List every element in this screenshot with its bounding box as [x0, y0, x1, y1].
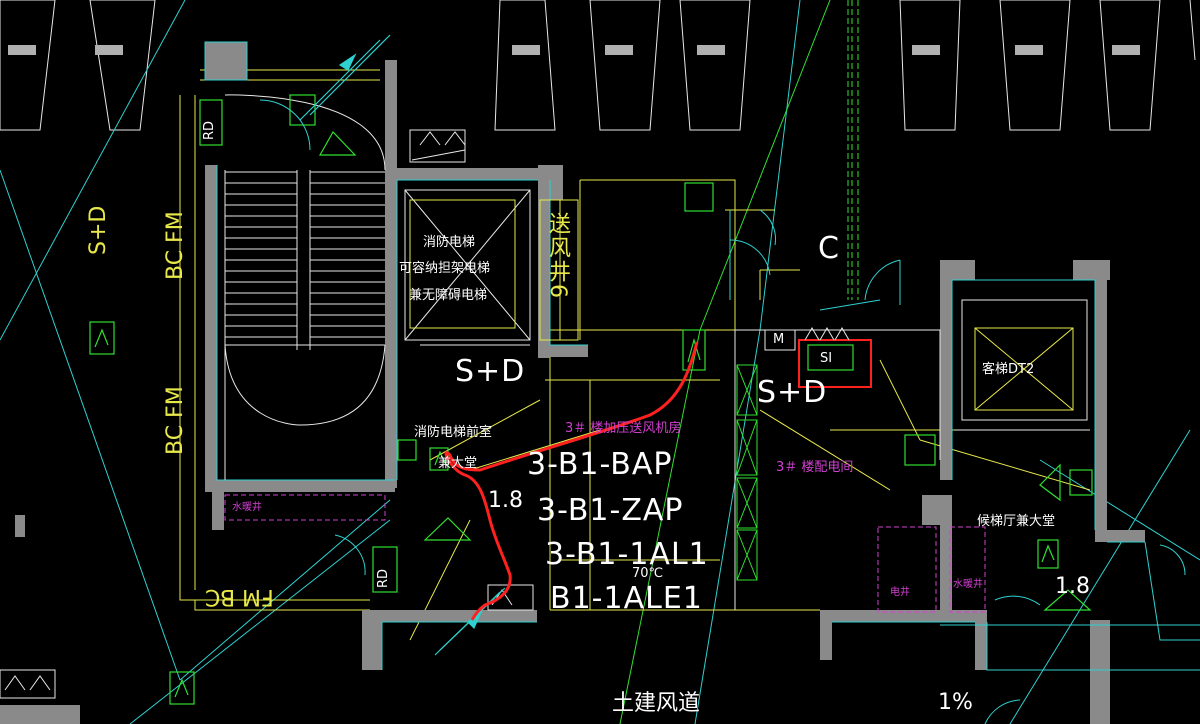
- temp-70-label: 70℃: [632, 566, 664, 581]
- ale1-label: B1-1ALE1: [550, 581, 703, 616]
- roof-trusses: [0, 0, 1196, 131]
- pressurized-room-label: 3＃ 楼加压送风机房: [565, 421, 682, 436]
- water-well-right-label: 水暖井: [953, 579, 983, 590]
- rd-bottom-label: RD: [376, 568, 391, 588]
- stair-steps: [225, 171, 385, 338]
- staircase: [224, 94, 386, 480]
- electrical-cabinets: [736, 364, 758, 581]
- air-shaft-label: 送风井6: [545, 212, 570, 300]
- wall-outlines: [204, 41, 1200, 671]
- sd-left-label: S+D: [86, 205, 111, 255]
- dist-room-label: 3＃ 楼配电间: [776, 460, 854, 475]
- electric-well-label: 电井: [890, 587, 910, 598]
- dim-18-right: 1.8: [1055, 574, 1090, 599]
- slope-label: 1%: [938, 690, 973, 715]
- rd-top-label: RD: [202, 120, 217, 140]
- fire-elevator-label-1: 消防电梯: [423, 235, 476, 250]
- m-label: M: [773, 332, 785, 347]
- c-label: C: [818, 231, 840, 266]
- fire-elevator-label-2: 可容纳担架电梯: [399, 261, 491, 276]
- zap-label: 3-B1-ZAP: [537, 493, 684, 528]
- fire-lobby-label: 消防电梯前室: [414, 425, 493, 440]
- dim-18-left: 1.8: [488, 488, 523, 513]
- bc-fm-top-label: BC FM: [163, 211, 188, 280]
- doors: [259, 99, 1186, 724]
- al1-label: 3-B1-1AL1: [545, 537, 709, 572]
- fire-lobby-label-2: 兼大堂: [438, 456, 478, 471]
- bap-label: 3-B1-BAP: [527, 447, 673, 482]
- truss-markers: [8, 45, 1140, 55]
- fm-bc-bottom-label: FM BC: [205, 584, 274, 609]
- bc-fm-mid-label: BC FM: [163, 386, 188, 455]
- water-well-left-label: 水暖井: [232, 502, 262, 513]
- civil-duct-label: 土建风道: [612, 691, 701, 716]
- elevator-hall-label: 候梯厅兼大堂: [977, 514, 1056, 529]
- si-label[interactable]: SI: [820, 352, 832, 365]
- sd-right-label: S+D: [757, 375, 828, 410]
- passenger-elevator-label: 客梯DT2: [982, 362, 1035, 377]
- sd-center-label: S+D: [455, 354, 526, 389]
- fire-elevator-label-3: 兼无障碍电梯: [409, 288, 488, 303]
